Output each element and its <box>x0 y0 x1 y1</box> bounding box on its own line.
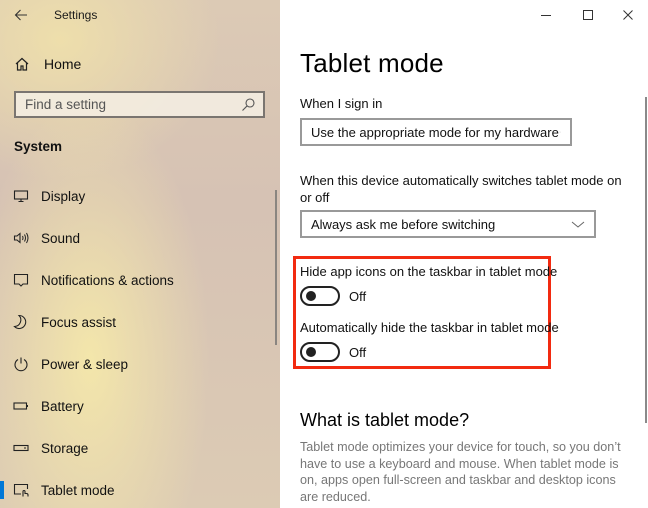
notifications-icon <box>13 272 29 288</box>
toggle-knob <box>306 291 316 301</box>
main-scrollbar[interactable] <box>645 97 647 423</box>
minimize-button[interactable] <box>528 0 564 30</box>
page-title: Tablet mode <box>300 48 444 78</box>
sidebar-item-storage[interactable]: Storage <box>0 427 270 469</box>
sidebar-item-label: Tablet mode <box>41 482 115 498</box>
auto-switch-dropdown[interactable]: Always ask me before switching <box>300 210 596 238</box>
sidebar-scrollbar[interactable] <box>275 190 277 345</box>
sidebar-nav: Display Sound Notifications & actions Fo… <box>0 175 270 508</box>
sidebar-item-battery[interactable]: Battery <box>0 385 270 427</box>
main-content: Tablet mode When I sign in Use the appro… <box>280 0 648 508</box>
home-label: Home <box>44 56 82 72</box>
info-heading: What is tablet mode? <box>300 410 470 430</box>
focus-assist-icon <box>13 314 29 330</box>
sidebar-item-tablet-mode[interactable]: Tablet mode <box>0 469 270 508</box>
toggle-knob <box>306 347 316 357</box>
power-icon <box>13 356 29 372</box>
sidebar-item-focus-assist[interactable]: Focus assist <box>0 301 270 343</box>
hide-app-icons-toggle-row: Off <box>300 286 366 306</box>
chevron-down-icon <box>558 131 561 133</box>
info-text: Tablet mode optimizes your device for to… <box>300 440 621 505</box>
sound-icon <box>13 230 29 246</box>
home-icon <box>15 57 29 71</box>
sidebar-item-label: Battery <box>41 398 84 414</box>
sidebar-item-label: Notifications & actions <box>41 272 174 288</box>
hide-app-icons-label: Hide app icons on the taskbar in tablet … <box>300 264 558 279</box>
close-icon <box>623 10 633 20</box>
search-input[interactable]: Find a setting <box>14 91 265 118</box>
auto-hide-taskbar-toggle-row: Off <box>300 342 366 362</box>
maximize-button[interactable] <box>570 0 606 30</box>
battery-icon <box>13 398 29 414</box>
sign-in-label: When I sign in <box>300 96 383 111</box>
storage-icon <box>13 440 29 456</box>
close-button[interactable] <box>610 0 646 30</box>
sidebar-item-power-sleep[interactable]: Power & sleep <box>0 343 270 385</box>
chevron-down-icon <box>571 221 585 228</box>
section-title: System <box>14 139 63 154</box>
sidebar-item-label: Power & sleep <box>41 356 129 372</box>
minimize-icon <box>541 15 551 16</box>
toggle-state: Off <box>349 344 367 360</box>
display-icon <box>13 188 29 204</box>
home-link[interactable]: Home <box>14 54 81 74</box>
sidebar-item-sound[interactable]: Sound <box>0 217 270 259</box>
auto-switch-label: When this device automatically switches … <box>300 173 622 205</box>
back-button[interactable] <box>10 5 32 25</box>
search-icon[interactable] <box>240 97 256 113</box>
sidebar-item-label: Focus assist <box>41 314 117 330</box>
sidebar-item-label: Sound <box>41 230 81 246</box>
sign-in-dropdown[interactable]: Use the appropriate mode for my hardware <box>300 118 572 146</box>
search-placeholder: Find a setting <box>25 97 107 112</box>
maximize-icon <box>583 10 593 20</box>
sidebar: Settings Home Find a setting System Disp… <box>0 0 280 508</box>
sidebar-item-display[interactable]: Display <box>0 175 270 217</box>
auto-switch-selected: Always ask me before switching <box>311 216 496 232</box>
hide-app-icons-toggle[interactable] <box>300 286 340 306</box>
title-bar: Settings <box>0 0 280 30</box>
app-title: Settings <box>54 8 98 22</box>
auto-hide-taskbar-toggle[interactable] <box>300 342 340 362</box>
back-arrow-icon <box>14 9 27 21</box>
auto-hide-taskbar-label: Automatically hide the taskbar in tablet… <box>300 320 559 335</box>
sidebar-item-label: Storage <box>41 440 89 456</box>
sign-in-selected: Use the appropriate mode for my hardware <box>311 124 559 140</box>
sidebar-item-notifications[interactable]: Notifications & actions <box>0 259 270 301</box>
tablet-mode-icon <box>13 482 29 498</box>
toggle-state: Off <box>349 288 367 304</box>
sidebar-item-label: Display <box>41 188 86 204</box>
